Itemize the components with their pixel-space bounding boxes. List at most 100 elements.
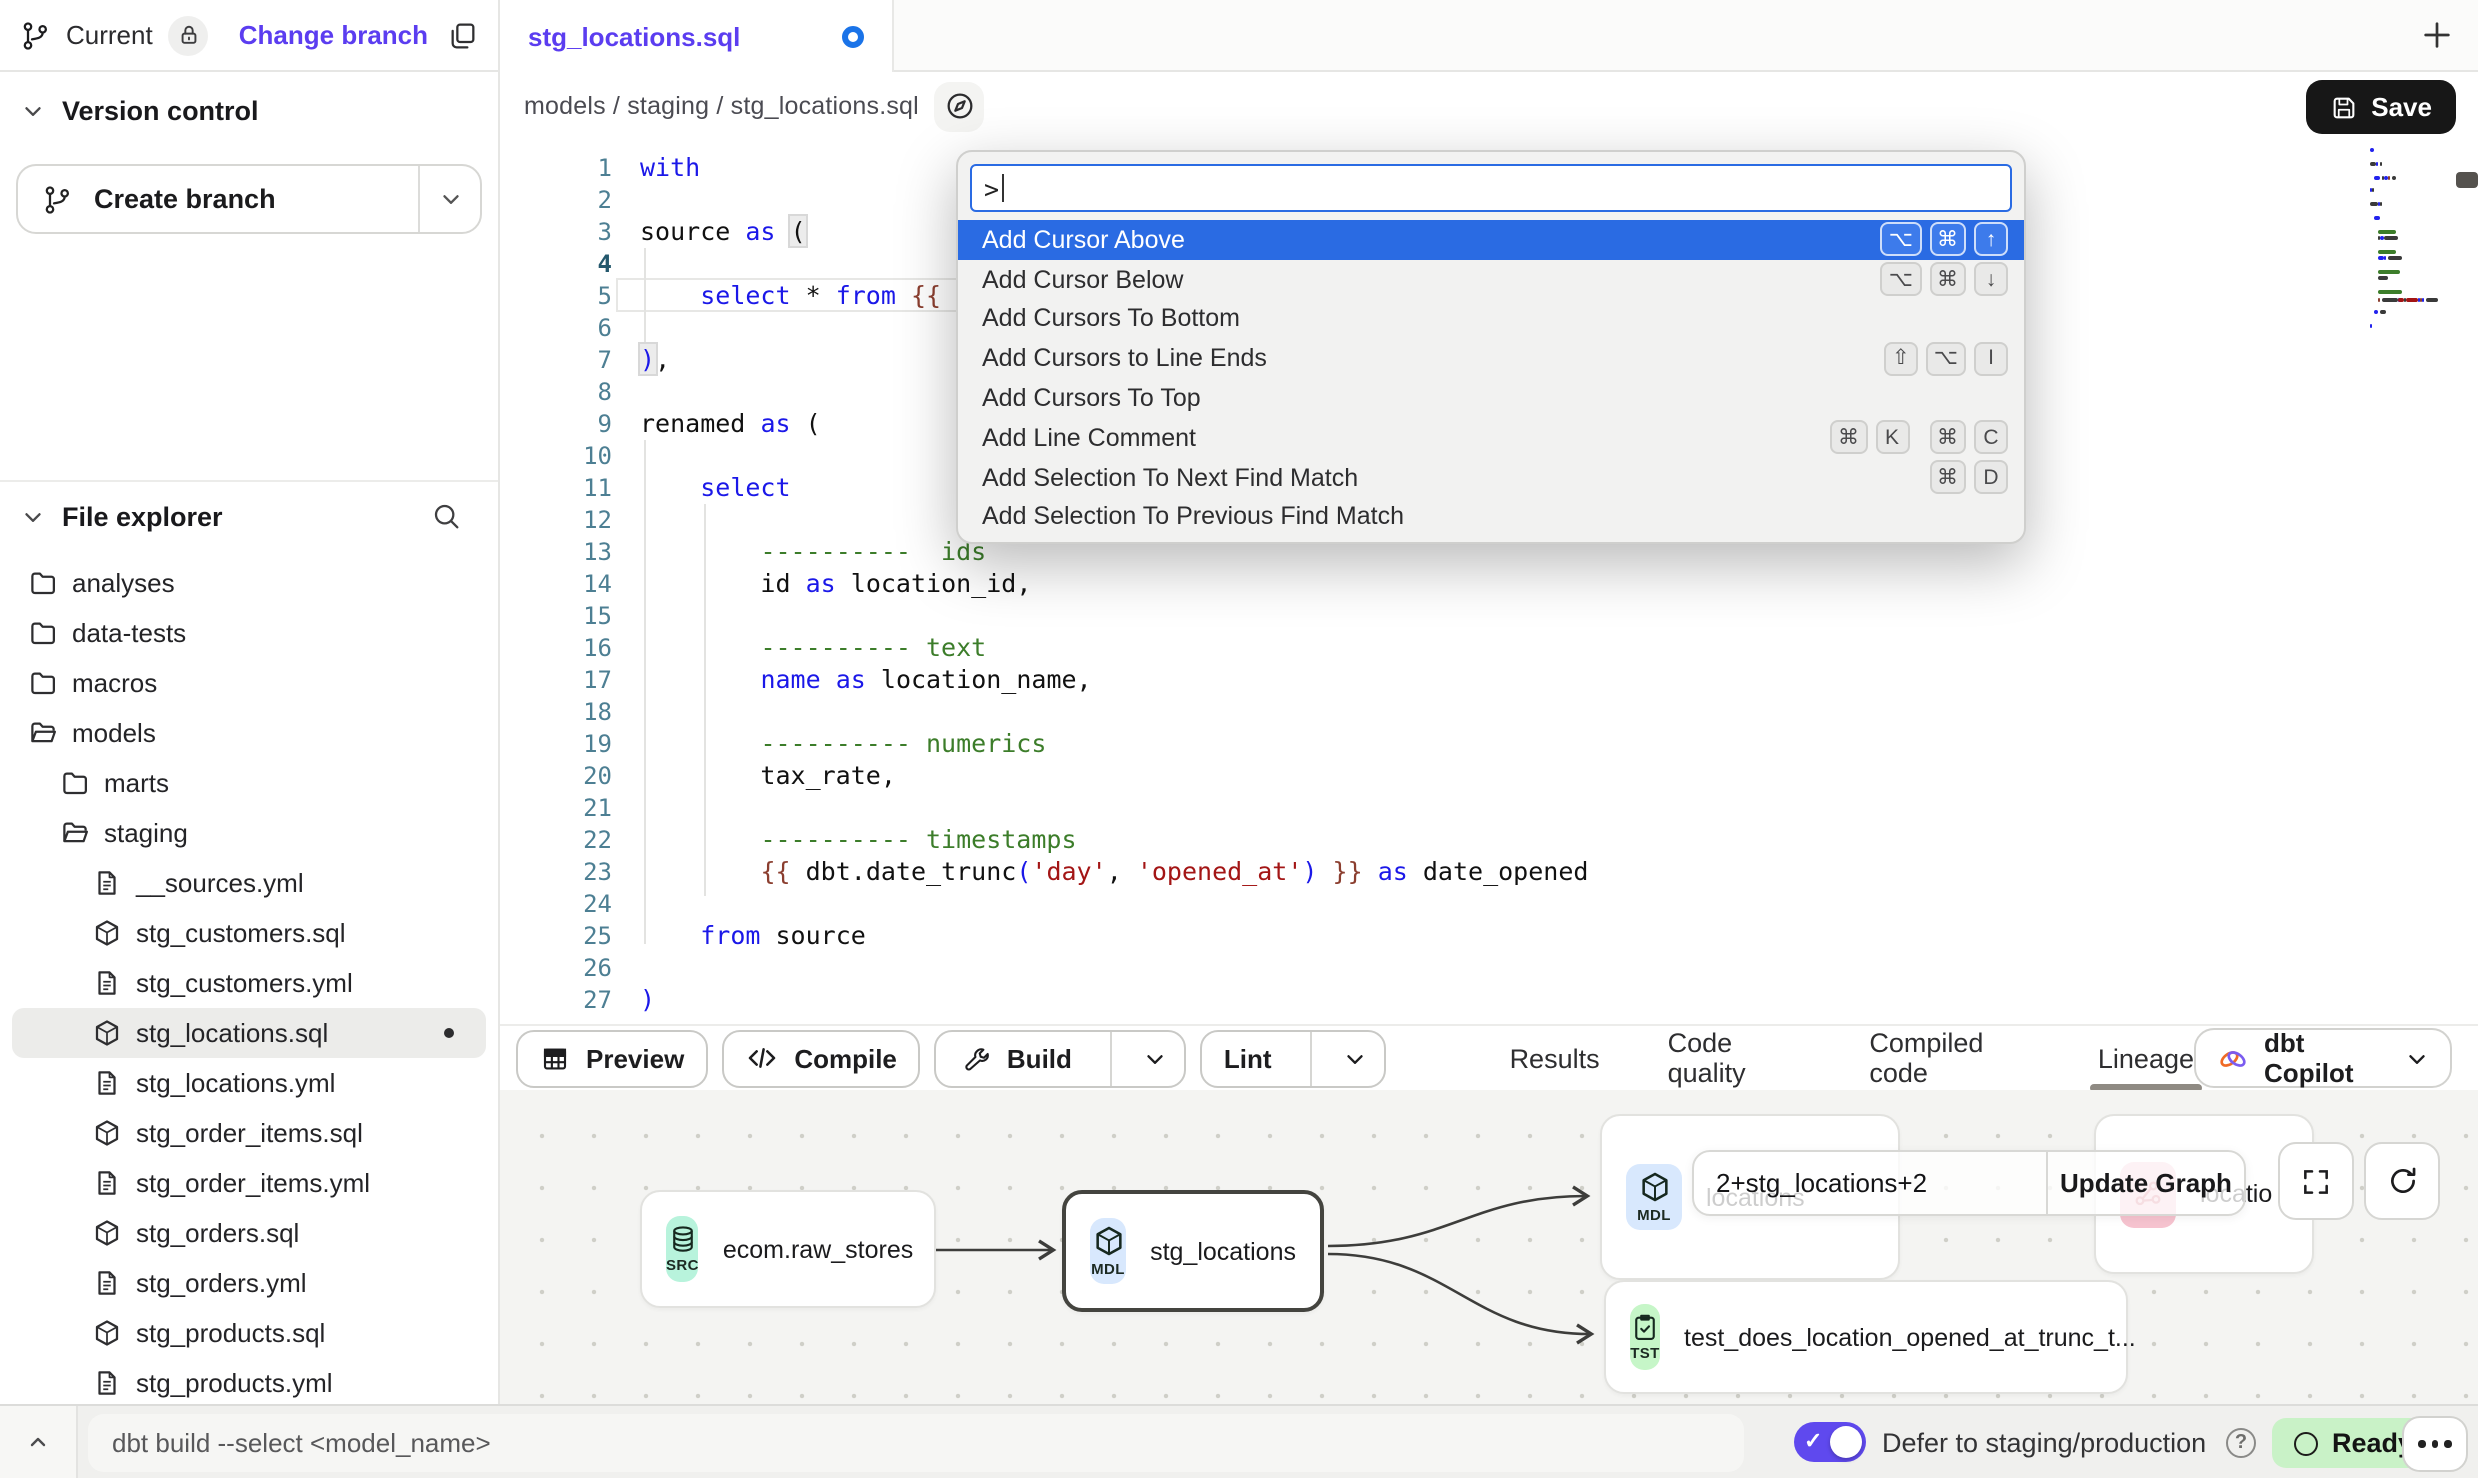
lineage-filter-input[interactable]: 2+stg_locations+2: [1694, 1152, 2046, 1214]
key-badge: ⌥: [1881, 262, 1921, 296]
code-line[interactable]: 25 from source: [500, 920, 2478, 952]
dbt-copilot-button[interactable]: dbt Copilot: [2194, 1028, 2452, 1088]
code-line[interactable]: 15: [500, 600, 2478, 632]
change-branch-link[interactable]: Change branch: [239, 20, 428, 50]
save-button[interactable]: Save: [2305, 80, 2456, 134]
main-area: stg_locations.sql models / staging / stg…: [500, 0, 2478, 1404]
model-icon: [92, 1118, 122, 1148]
palette-item[interactable]: Add Cursors To Top: [958, 378, 2024, 418]
palette-item[interactable]: Add Cursors To Bottom: [958, 299, 2024, 339]
create-branch-label: Create branch: [94, 184, 276, 214]
copy-icon[interactable]: [446, 19, 478, 51]
palette-item[interactable]: Add Line Comment⌘K⌘C: [958, 418, 2024, 458]
create-branch-dropdown[interactable]: [420, 166, 480, 232]
code-line[interactable]: 17 name as location_name,: [500, 664, 2478, 696]
code-line[interactable]: 18: [500, 696, 2478, 728]
file-item-models[interactable]: models: [12, 708, 486, 758]
code-line[interactable]: 27): [500, 984, 2478, 1016]
file-item-marts[interactable]: marts: [12, 758, 486, 808]
file-item-macros[interactable]: macros: [12, 658, 486, 708]
file-item-stg_products.sql[interactable]: stg_products.sql: [12, 1308, 486, 1358]
code-line[interactable]: 16 ---------- text: [500, 632, 2478, 664]
tab-stg-locations-sql[interactable]: stg_locations.sql: [500, 0, 894, 72]
minimap[interactable]: [2370, 148, 2458, 331]
file-item-staging[interactable]: staging: [12, 808, 486, 858]
code-line[interactable]: 20 tax_rate,: [500, 760, 2478, 792]
tab-code-quality[interactable]: Code quality: [1668, 1025, 1802, 1091]
lineage-node-source[interactable]: SRC ecom.raw_stores: [640, 1190, 936, 1308]
code-line[interactable]: 24: [500, 888, 2478, 920]
folder-open-icon: [28, 718, 58, 748]
lint-main[interactable]: Lint: [1202, 1031, 1294, 1085]
line-number: 11: [500, 472, 612, 504]
file-item-stg_locations.yml[interactable]: stg_locations.yml: [12, 1058, 486, 1108]
file-item-stg_products.yml[interactable]: stg_products.yml: [12, 1358, 486, 1408]
build-main[interactable]: Build: [937, 1031, 1094, 1085]
refresh-button[interactable]: [2364, 1142, 2440, 1220]
lineage-canvas[interactable]: SRC ecom.raw_stores MDL stg_locations MD…: [500, 1090, 2478, 1404]
code-text: with: [612, 152, 700, 184]
chevron-down-icon: [1143, 1045, 1169, 1071]
compile-button[interactable]: Compile: [722, 1029, 921, 1087]
more-options-button[interactable]: [2402, 1416, 2468, 1472]
palette-item[interactable]: Add Cursor Below⌥⌘↓: [958, 260, 2024, 300]
scrollbar-thumb[interactable]: [2456, 172, 2478, 188]
palette-item[interactable]: Add Cursors to Line Ends⇧⌥I: [958, 339, 2024, 379]
palette-item[interactable]: Add Selection To Next Find Match⌘D: [958, 458, 2024, 498]
file-item-stg_order_items.sql[interactable]: stg_order_items.sql: [12, 1108, 486, 1158]
new-tab-button[interactable]: [2420, 18, 2454, 52]
build-dropdown[interactable]: [1128, 1031, 1184, 1085]
expand-command-bar-button[interactable]: [0, 1406, 78, 1478]
line-number: 18: [500, 696, 612, 728]
fullscreen-button[interactable]: [2278, 1142, 2354, 1220]
code-line[interactable]: 26: [500, 952, 2478, 984]
update-graph-label: Update Graph: [2060, 1168, 2232, 1198]
lineage-node-stg-locations[interactable]: MDL stg_locations: [1062, 1190, 1324, 1312]
code-line[interactable]: 21: [500, 792, 2478, 824]
code-line[interactable]: 23 {{ dbt.date_trunc('day', 'opened_at')…: [500, 856, 2478, 888]
src-badge: SRC: [666, 1216, 699, 1282]
code-line[interactable]: 14 id as location_id,: [500, 568, 2478, 600]
file-item-stg_orders.yml[interactable]: stg_orders.yml: [12, 1258, 486, 1308]
command-palette-input[interactable]: >: [970, 164, 2012, 212]
code-line[interactable]: 22 ---------- timestamps: [500, 824, 2478, 856]
file-item-stg_orders.sql[interactable]: stg_orders.sql: [12, 1208, 486, 1258]
update-graph-button[interactable]: Update Graph: [2048, 1152, 2244, 1214]
version-control-header[interactable]: Version control: [0, 76, 498, 144]
lint-dropdown[interactable]: [1328, 1031, 1384, 1085]
file-item-analyses[interactable]: analyses: [12, 558, 486, 608]
modified-dot-icon: [444, 1028, 454, 1038]
palette-item-label: Add Cursor Above: [982, 226, 1185, 254]
lineage-node-test[interactable]: TST test_does_location_opened_at_trunc_t…: [1604, 1280, 2128, 1394]
dbt-command-input[interactable]: dbt build --select <model_name>: [88, 1414, 1744, 1472]
file-item-data-tests[interactable]: data-tests: [12, 608, 486, 658]
search-icon[interactable]: [430, 500, 462, 532]
file-item-stg_customers.yml[interactable]: stg_customers.yml: [12, 958, 486, 1008]
create-branch-button[interactable]: Create branch: [16, 164, 482, 234]
preview-button[interactable]: Preview: [516, 1029, 708, 1087]
file-item-stg_customers.sql[interactable]: stg_customers.sql: [12, 908, 486, 958]
help-icon[interactable]: ?: [2226, 1428, 2256, 1458]
tab-lineage[interactable]: Lineage: [2098, 1025, 2194, 1091]
tab-compiled-code[interactable]: Compiled code: [1869, 1025, 2030, 1091]
file-item-label: staging: [104, 818, 188, 848]
file-explorer-header[interactable]: File explorer: [0, 482, 498, 550]
defer-toggle[interactable]: ✓: [1794, 1422, 1866, 1462]
code-text: name as location_name,: [612, 664, 1092, 696]
key-badge: I: [1974, 342, 2008, 376]
palette-item[interactable]: Add Cursor Above⌥⌘↑: [958, 220, 2024, 260]
tab-results[interactable]: Results: [1510, 1025, 1600, 1091]
key-badge: ⇧: [1884, 342, 1918, 376]
line-number: 2: [500, 184, 612, 216]
file-item-stg_order_items.yml[interactable]: stg_order_items.yml: [12, 1158, 486, 1208]
code-text: [612, 600, 640, 632]
palette-item[interactable]: Add Selection To Previous Find Match: [958, 497, 2024, 537]
code-line[interactable]: 19 ---------- numerics: [500, 728, 2478, 760]
lint-button[interactable]: Lint: [1200, 1029, 1386, 1087]
create-branch-main[interactable]: Create branch: [18, 166, 418, 232]
compass-icon[interactable]: [935, 81, 985, 131]
file-item-stg_locations.sql[interactable]: stg_locations.sql: [12, 1008, 486, 1058]
build-button[interactable]: Build: [935, 1029, 1186, 1087]
palette-item-label: Add Cursor Below: [982, 265, 1184, 293]
file-item-__sources.yml[interactable]: __sources.yml: [12, 858, 486, 908]
